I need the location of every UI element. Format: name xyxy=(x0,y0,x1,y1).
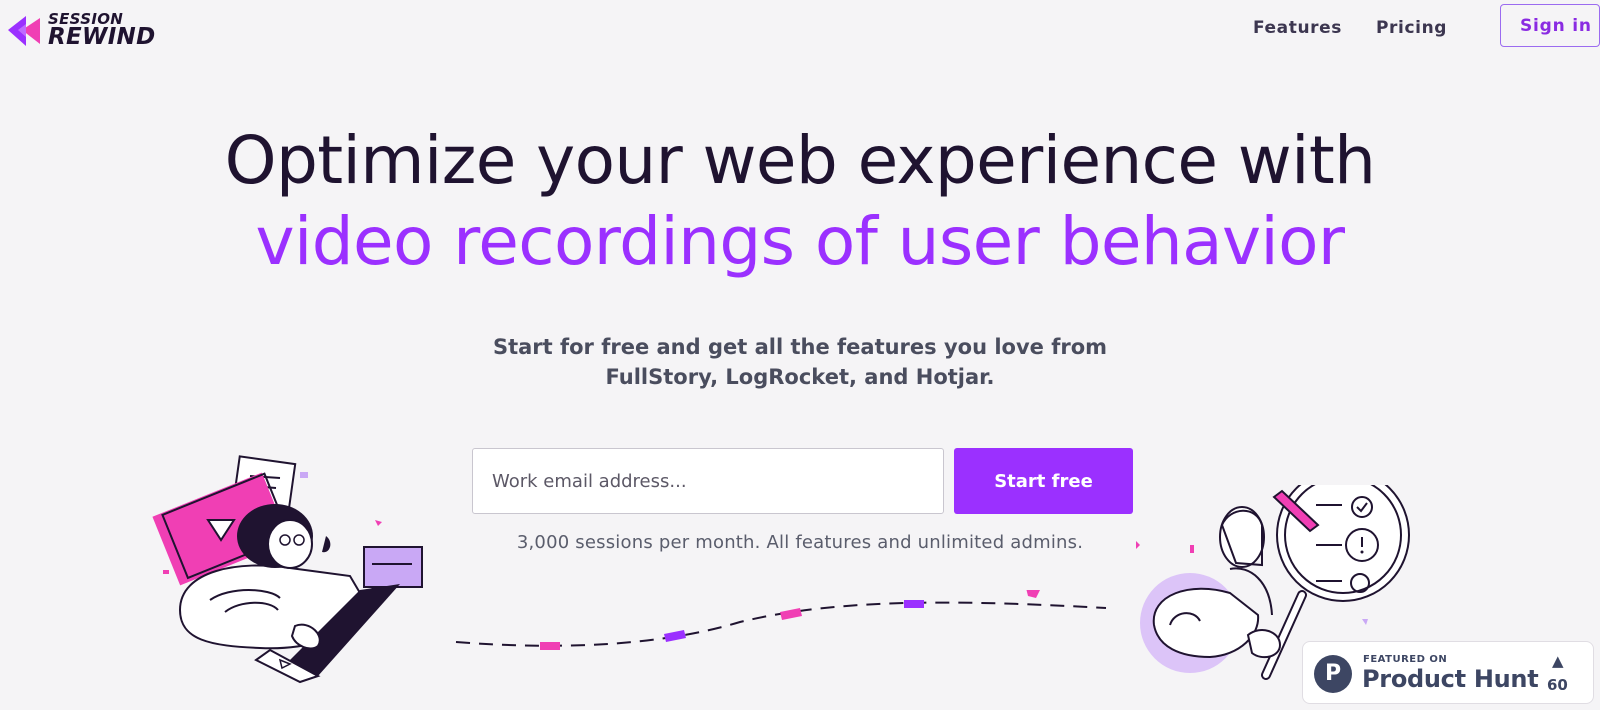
headline-line-1: Optimize your web experience with xyxy=(224,122,1376,199)
upvote-arrow-icon: ▲ xyxy=(1552,652,1564,670)
rewind-logo-icon xyxy=(8,15,40,46)
upvote-count: 60 xyxy=(1547,676,1568,694)
product-hunt-badge[interactable]: P FEATURED ON Product Hunt ▲ 60 xyxy=(1302,641,1594,704)
nav-features[interactable]: Features xyxy=(1253,18,1342,38)
subheading-line-2: FullStory, LogRocket, and Hotjar. xyxy=(605,365,995,389)
headline-line-2: video recordings of user behavior xyxy=(255,203,1346,280)
product-hunt-logo-icon: P xyxy=(1314,655,1352,693)
product-hunt-name: Product Hunt xyxy=(1362,665,1539,693)
nav-pricing[interactable]: Pricing xyxy=(1376,18,1447,38)
woman-laptop-illustration xyxy=(152,455,423,684)
sign-in-button[interactable]: Sign in xyxy=(1500,4,1600,47)
logo-text-rewind: REWIND xyxy=(48,24,156,50)
email-input[interactable] xyxy=(472,448,944,514)
subheading-line-1: Start for free and get all the features … xyxy=(492,335,1108,359)
dashed-path-decoration xyxy=(455,590,1107,650)
logo[interactable]: SESSION REWIND xyxy=(4,12,156,49)
product-hunt-featured-label: FEATURED ON xyxy=(1363,654,1448,665)
start-free-button[interactable]: Start free xyxy=(954,448,1133,514)
